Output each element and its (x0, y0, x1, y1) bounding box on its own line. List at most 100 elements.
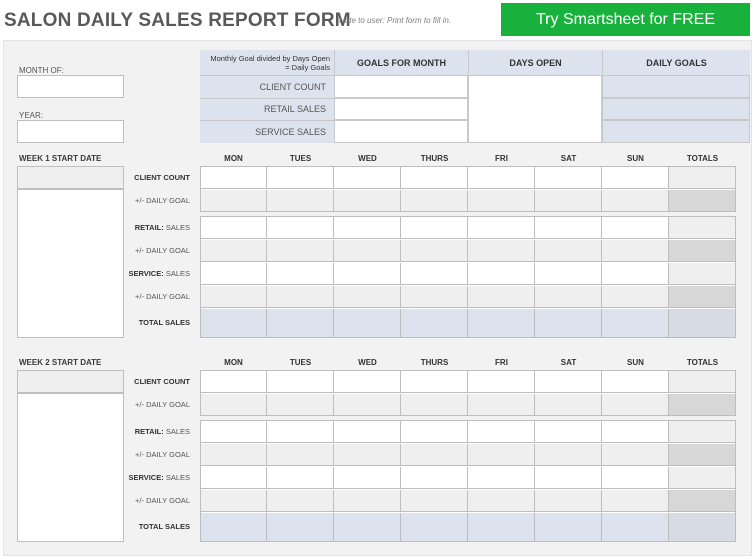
day-cell[interactable] (535, 309, 602, 338)
day-cell[interactable] (401, 394, 468, 416)
day-cell[interactable] (535, 263, 602, 285)
day-cell[interactable] (267, 444, 334, 466)
day-cell[interactable] (602, 394, 669, 416)
day-cell[interactable] (267, 263, 334, 285)
year-input[interactable] (17, 120, 124, 143)
day-cell[interactable] (602, 263, 669, 285)
day-cell[interactable] (267, 309, 334, 338)
day-cell[interactable] (535, 371, 602, 393)
day-cell[interactable] (468, 263, 535, 285)
days-open-input[interactable] (468, 75, 602, 143)
day-cell[interactable] (201, 490, 267, 512)
day-cell[interactable] (267, 190, 334, 212)
day-cell[interactable] (468, 371, 535, 393)
day-cell[interactable] (334, 217, 401, 239)
day-cell[interactable] (468, 467, 535, 489)
day-cell[interactable] (267, 240, 334, 262)
day-cell[interactable] (401, 421, 468, 443)
day-cell[interactable] (334, 240, 401, 262)
day-cell[interactable] (267, 490, 334, 512)
day-cell[interactable] (602, 467, 669, 489)
day-cell[interactable] (267, 421, 334, 443)
day-cell[interactable] (535, 217, 602, 239)
day-cell[interactable] (334, 444, 401, 466)
day-cell[interactable] (267, 394, 334, 416)
day-cell[interactable] (468, 217, 535, 239)
day-cell[interactable] (267, 167, 334, 189)
day-cell[interactable] (468, 444, 535, 466)
day-cell[interactable] (401, 240, 468, 262)
day-cell[interactable] (401, 444, 468, 466)
day-cell[interactable] (401, 490, 468, 512)
day-cell[interactable] (468, 394, 535, 416)
day-cell[interactable] (334, 309, 401, 338)
day-cell[interactable] (334, 490, 401, 512)
day-cell[interactable] (468, 309, 535, 338)
day-cell[interactable] (401, 371, 468, 393)
day-cell[interactable] (535, 286, 602, 308)
day-cell[interactable] (201, 467, 267, 489)
month-input[interactable] (17, 75, 124, 98)
day-cell[interactable] (468, 240, 535, 262)
day-cell[interactable] (267, 371, 334, 393)
day-cell[interactable] (267, 217, 334, 239)
day-cell[interactable] (401, 286, 468, 308)
monthly-goal-input[interactable] (334, 120, 468, 143)
day-cell[interactable] (535, 421, 602, 443)
day-cell[interactable] (201, 286, 267, 308)
day-cell[interactable] (401, 217, 468, 239)
day-cell[interactable] (535, 394, 602, 416)
day-cell[interactable] (401, 190, 468, 212)
day-cell[interactable] (334, 167, 401, 189)
day-cell[interactable] (401, 263, 468, 285)
day-cell[interactable] (334, 286, 401, 308)
day-cell[interactable] (401, 513, 468, 542)
day-cell[interactable] (201, 444, 267, 466)
day-cell[interactable] (468, 286, 535, 308)
day-cell[interactable] (602, 190, 669, 212)
day-cell[interactable] (267, 513, 334, 542)
day-cell[interactable] (535, 513, 602, 542)
day-cell[interactable] (334, 421, 401, 443)
day-cell[interactable] (535, 190, 602, 212)
day-cell[interactable] (201, 167, 267, 189)
day-cell[interactable] (401, 467, 468, 489)
day-cell[interactable] (468, 490, 535, 512)
day-cell[interactable] (602, 217, 669, 239)
day-cell[interactable] (334, 263, 401, 285)
day-cell[interactable] (201, 513, 267, 542)
day-cell[interactable] (602, 513, 669, 542)
day-cell[interactable] (267, 467, 334, 489)
monthly-goal-input[interactable] (334, 97, 468, 120)
day-cell[interactable] (334, 467, 401, 489)
day-cell[interactable] (334, 190, 401, 212)
day-cell[interactable] (602, 421, 669, 443)
try-smartsheet-button[interactable]: Try Smartsheet for FREE (501, 3, 750, 36)
day-cell[interactable] (201, 309, 267, 338)
day-cell[interactable] (602, 490, 669, 512)
day-cell[interactable] (334, 394, 401, 416)
week-notes-box[interactable] (17, 393, 124, 542)
day-cell[interactable] (602, 286, 669, 308)
day-cell[interactable] (401, 309, 468, 338)
day-cell[interactable] (535, 490, 602, 512)
day-cell[interactable] (468, 167, 535, 189)
day-cell[interactable] (334, 513, 401, 542)
day-cell[interactable] (602, 371, 669, 393)
day-cell[interactable] (535, 240, 602, 262)
day-cell[interactable] (201, 263, 267, 285)
day-cell[interactable] (201, 421, 267, 443)
day-cell[interactable] (334, 371, 401, 393)
day-cell[interactable] (602, 309, 669, 338)
day-cell[interactable] (535, 467, 602, 489)
day-cell[interactable] (201, 371, 267, 393)
day-cell[interactable] (535, 167, 602, 189)
day-cell[interactable] (401, 167, 468, 189)
day-cell[interactable] (201, 394, 267, 416)
day-cell[interactable] (201, 217, 267, 239)
day-cell[interactable] (468, 421, 535, 443)
day-cell[interactable] (201, 240, 267, 262)
day-cell[interactable] (468, 190, 535, 212)
day-cell[interactable] (468, 513, 535, 542)
day-cell[interactable] (602, 240, 669, 262)
